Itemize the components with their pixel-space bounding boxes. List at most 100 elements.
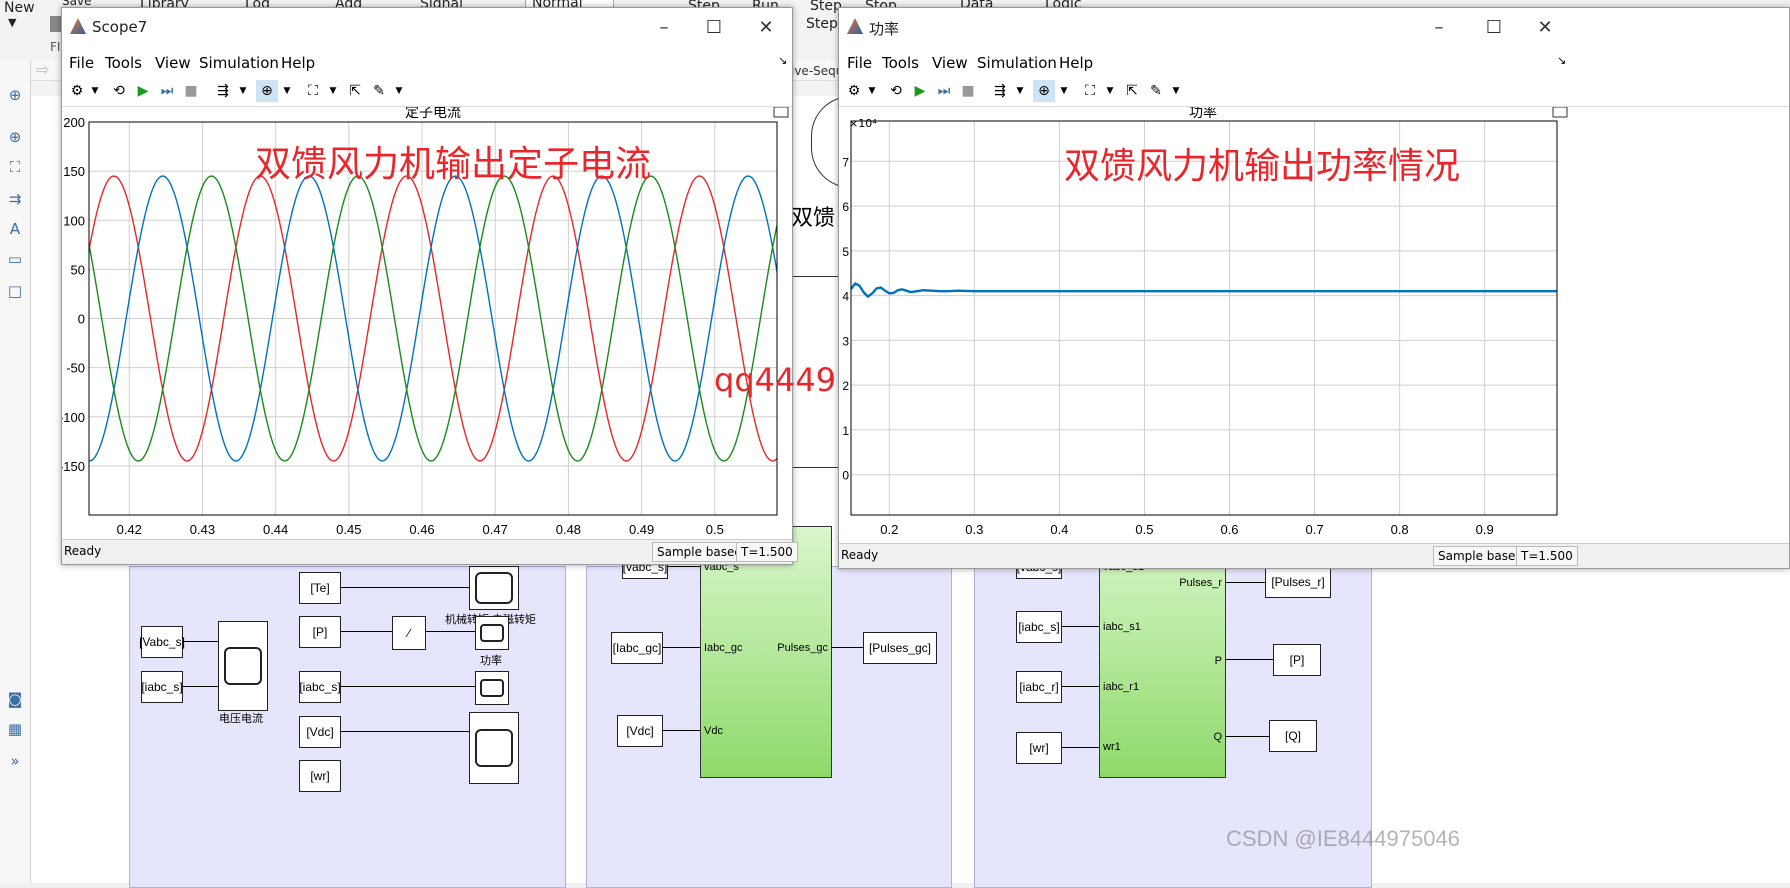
goto-tag-vdc-gc[interactable]: [Vdc] [617,715,663,747]
goto-tag-wr-rc[interactable]: [wr] [1016,732,1062,764]
step-back-icon[interactable]: ⟲ [108,80,130,102]
menu-file[interactable]: File [847,54,872,72]
goto-tag-pulses-gc[interactable]: [Pulses_gc] [863,632,937,664]
menu-view[interactable]: View [932,54,968,72]
expand-icon[interactable]: » [4,750,26,772]
annotation-icon[interactable]: A [4,218,26,240]
step-forward-icon[interactable]: ⏭ [156,80,178,102]
goto-tag-vabc-s[interactable]: [Vabc_s] [139,626,185,658]
goto-tag-vdc[interactable]: [Vdc] [299,716,341,748]
scope-screen-icon [475,572,513,604]
scope7-menubar: File Tools View Simulation Help ↘ [62,48,792,74]
close-icon[interactable]: ✕ [1531,14,1559,40]
fit-view-icon[interactable]: ⛶ [4,156,26,178]
measure-dropdown-icon[interactable]: ▼ [1165,80,1187,102]
trigger-icon[interactable]: ⇱ [1121,80,1143,102]
y-tick-label: -100 [62,410,85,425]
highlight-dropdown-icon[interactable]: ▼ [1009,80,1031,102]
menu-file[interactable]: File [69,54,94,72]
saturation-block[interactable]: ∕ [392,616,426,650]
scope-block-vi[interactable] [218,621,268,711]
autoscale-dropdown-icon[interactable]: ▼ [322,80,344,102]
stator-current-annotation: 双馈风力机输出定子电流 [255,144,652,185]
scope-block-torque[interactable] [469,566,519,610]
hide-browser-icon[interactable]: ⊕ [4,84,26,106]
settings-dropdown-icon[interactable]: ▼ [861,80,883,102]
close-icon[interactable]: ✕ [752,14,780,40]
matlab-logo-icon [847,18,863,34]
arrows-icon[interactable]: ⇉ [4,188,26,210]
scope-block-vdc[interactable] [469,712,519,784]
run-icon[interactable]: ▶ [132,80,154,102]
maximize-icon[interactable]: ☐ [1480,14,1508,40]
power-window[interactable]: 功率 – ☐ ✕ File Tools View Simulation Help… [838,7,1790,569]
highlight-icon[interactable]: ⇶ [212,80,234,102]
forward-arrow-icon[interactable]: ⇨ [36,60,49,79]
model-browser-icon[interactable]: ▦ [4,718,26,740]
zoom-dropdown-icon[interactable]: ▼ [276,80,298,102]
goto-tag-wr[interactable]: [wr] [299,760,341,792]
goto-tag-iabc-s[interactable]: [iabc_s] [141,671,183,703]
goto-tag-q-out[interactable]: [Q] [1269,720,1317,752]
expand-axes-icon[interactable] [773,106,789,118]
menu-view[interactable]: View [155,54,191,72]
autoscale-dropdown-icon[interactable]: ▼ [1099,80,1121,102]
measure-dropdown-icon[interactable]: ▼ [388,80,410,102]
new-button[interactable]: New [4,0,35,16]
menu-simulation[interactable]: Simulation [199,54,279,72]
new-dropdown-icon[interactable]: ▼ [8,16,16,29]
menu-tools[interactable]: Tools [882,54,919,72]
minimize-icon[interactable]: – [1425,14,1453,40]
minimize-icon[interactable]: – [650,14,678,40]
step-back-icon[interactable]: ⟲ [885,80,907,102]
goto-tag-p[interactable]: [P] [299,616,341,648]
tag-label: [Vdc] [626,724,654,738]
expand-axes-icon[interactable] [1552,106,1568,118]
settings-dropdown-icon[interactable]: ▼ [84,80,106,102]
highlight-dropdown-icon[interactable]: ▼ [232,80,254,102]
zoom-dropdown-icon[interactable]: ▼ [1053,80,1075,102]
undock-icon[interactable]: ↘ [778,54,787,67]
scope7-titlebar[interactable]: Scope7 – ☐ ✕ [62,8,792,46]
port-wr1: wr1 [1103,741,1121,753]
goto-tag-p-out[interactable]: [P] [1273,644,1321,676]
power-titlebar[interactable]: 功率 – ☐ ✕ [839,8,1789,46]
autoscale-icon[interactable]: ⛶ [1079,80,1101,102]
goto-tag-iabc-r-rc[interactable]: [iabc_r] [1016,671,1062,703]
area-icon[interactable]: □ [4,280,26,302]
run-icon[interactable]: ▶ [909,80,931,102]
x-tick-label: 0.49 [629,522,654,537]
menu-simulation[interactable]: Simulation [977,54,1057,72]
y-tick-label: 150 [63,164,85,179]
scope7-plot-area[interactable]: 定子电流 0.42 0.43 0.44 0.45 0.46 0.47 0.48 0.49 0.5… [59,105,938,539]
goto-tag-te[interactable]: [Te] [299,572,341,604]
zoom-icon[interactable]: ⊕ [1033,80,1055,102]
stop-icon[interactable]: ■ [180,80,202,102]
scope7-window[interactable]: Scope7 – ☐ ✕ File Tools View Simulation … [59,7,938,565]
goto-tag-iabc-s-2[interactable]: [iabc_s] [299,671,341,703]
cursor-measure-icon[interactable]: ✎ [1145,80,1167,102]
stop-icon[interactable]: ■ [957,80,979,102]
x-tick-label: 0.42 [117,522,142,537]
goto-tag-pulses-r[interactable]: [Pulses_r] [1265,566,1331,598]
zoom-icon[interactable]: ⊕ [4,126,26,148]
zoom-icon[interactable]: ⊕ [256,80,278,102]
highlight-icon[interactable]: ⇶ [989,80,1011,102]
undock-icon[interactable]: ↘ [1557,54,1566,67]
step-forward-icon[interactable]: ⏭ [933,80,955,102]
goto-tag-iabc-gc[interactable]: [Iabc_gc] [611,632,663,664]
goto-tag-iabc-s-rc[interactable]: [iabc_s] [1016,611,1062,643]
maximize-icon[interactable]: ☐ [700,14,728,40]
camera-icon[interactable]: ◙ [4,688,26,710]
menu-help[interactable]: Help [1059,54,1093,72]
y-tick-label: 3 [842,334,849,348]
trigger-icon[interactable]: ⇱ [344,80,366,102]
scope-block-power[interactable] [475,616,509,650]
autoscale-icon[interactable]: ⛶ [302,80,324,102]
menu-tools[interactable]: Tools [105,54,142,72]
power-plot-area[interactable]: 功率 ×10⁴ 0.2 0.3 0.4 0.5 0.6 0.7 0.8 0.9 7 6 5 4 3 2 1 0… [839,104,1787,543]
cursor-measure-icon[interactable]: ✎ [368,80,390,102]
scope-block-is[interactable] [475,671,509,705]
menu-help[interactable]: Help [281,54,315,72]
image-icon[interactable]: ▭ [4,248,26,270]
